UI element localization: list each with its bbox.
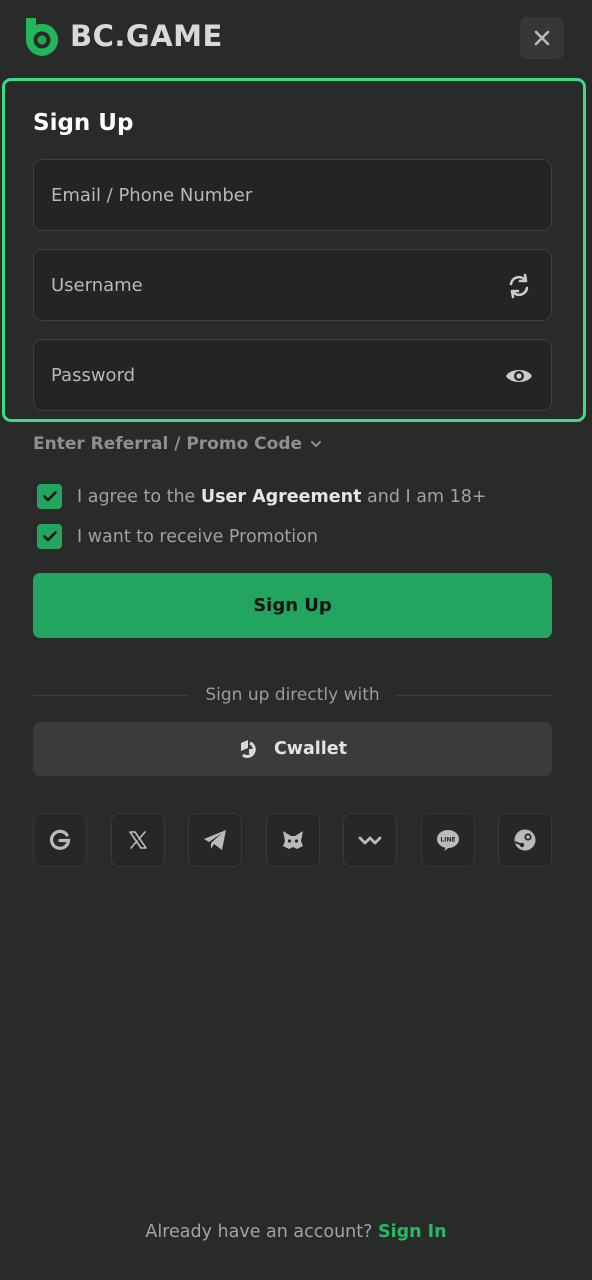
steam-icon	[514, 829, 536, 851]
walletconnect-button[interactable]	[343, 813, 397, 867]
x-button[interactable]	[111, 813, 165, 867]
google-icon	[49, 829, 71, 850]
metamask-button[interactable]	[266, 813, 320, 867]
password-input[interactable]	[51, 340, 491, 410]
signup-button[interactable]: Sign Up	[33, 573, 552, 638]
steam-button[interactable]	[498, 813, 552, 867]
agreement-checkbox[interactable]	[37, 484, 62, 509]
close-icon	[534, 30, 550, 46]
refresh-username-button[interactable]	[505, 272, 533, 300]
form-title: Sign Up	[33, 110, 134, 136]
promotion-checkbox[interactable]	[37, 524, 62, 549]
divider: Sign up directly with	[33, 683, 552, 707]
agreement-row: I agree to the User Agreement and I am 1…	[37, 484, 487, 509]
header: BC.GAME	[0, 0, 592, 80]
email-field[interactable]	[33, 159, 552, 231]
walletconnect-icon	[358, 836, 382, 845]
bc-logo-icon	[26, 18, 58, 56]
x-icon	[129, 831, 147, 849]
promotion-label: I want to receive Promotion	[77, 526, 318, 547]
username-field[interactable]	[33, 249, 552, 321]
username-input[interactable]	[51, 250, 491, 320]
referral-toggle[interactable]: Enter Referral / Promo Code	[33, 434, 322, 454]
user-agreement-link[interactable]: User Agreement	[201, 487, 362, 507]
line-button[interactable]: LINE	[421, 813, 475, 867]
signin-link[interactable]: Sign In	[378, 1222, 447, 1242]
signin-prompt-text: Already have an account?	[145, 1222, 378, 1242]
social-providers: LINE	[33, 813, 553, 867]
eye-icon	[506, 370, 532, 382]
metamask-icon	[283, 831, 303, 849]
toggle-password-button[interactable]	[505, 362, 533, 390]
divider-line-left	[33, 694, 190, 696]
cwallet-label: Cwallet	[273, 739, 348, 759]
signin-prompt: Already have an account? Sign In	[0, 1222, 592, 1242]
email-input[interactable]	[51, 160, 491, 230]
checkmark-icon	[42, 531, 57, 542]
telegram-icon	[204, 830, 226, 850]
agreement-text: I agree to the User Agreement and I am 1…	[77, 486, 487, 507]
close-button[interactable]	[520, 17, 564, 59]
google-button[interactable]	[33, 813, 87, 867]
telegram-button[interactable]	[188, 813, 242, 867]
divider-text: Sign up directly with	[205, 685, 380, 705]
referral-label: Enter Referral / Promo Code	[33, 434, 303, 454]
checkmark-icon	[42, 491, 57, 502]
refresh-icon	[509, 273, 529, 299]
cwallet-icon	[240, 740, 256, 758]
line-icon: LINE	[437, 830, 459, 851]
svg-text:LINE: LINE	[440, 837, 455, 844]
brand-logo[interactable]: BC.GAME	[22, 16, 223, 56]
divider-line-right	[395, 694, 552, 696]
password-field[interactable]	[33, 339, 552, 411]
chevron-down-icon	[311, 441, 322, 447]
brand-name: BC.GAME	[70, 19, 223, 53]
cwallet-button[interactable]: Cwallet	[33, 722, 552, 776]
promotion-row: I want to receive Promotion	[37, 524, 318, 549]
